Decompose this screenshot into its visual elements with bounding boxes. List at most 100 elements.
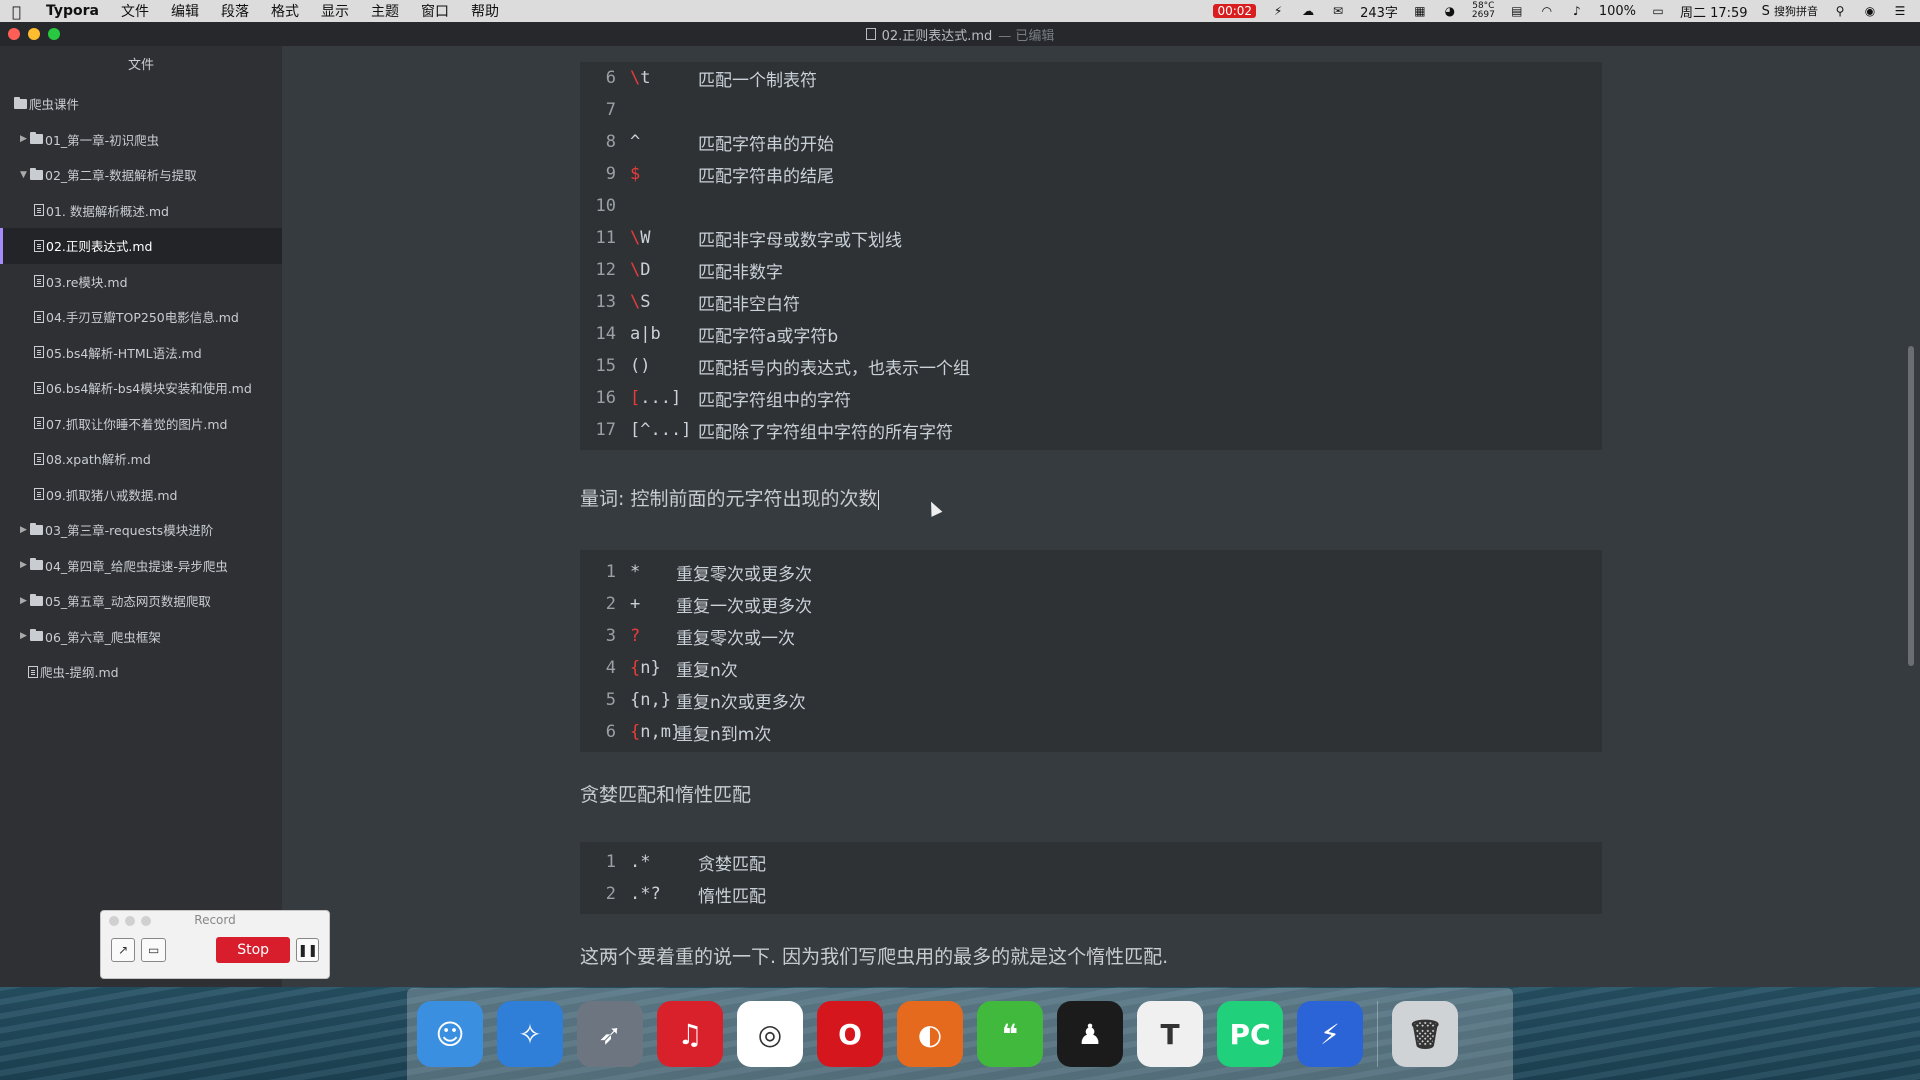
tree-file[interactable]: 06.bs4解析-bs4模块安装和使用.md (0, 370, 282, 406)
trash-icon[interactable]: 🗑 (1392, 1001, 1458, 1067)
close-button[interactable] (8, 28, 20, 40)
chrome-icon[interactable]: ◎ (737, 1001, 803, 1067)
tree-folder[interactable]: ▶ 04_第四章_给爬虫提速-异步爬虫 (0, 548, 282, 584)
menu-view[interactable]: 显示 (321, 1, 349, 21)
code-line[interactable]: 2 + 重复一次或更多次 (580, 588, 1602, 620)
capture-area-button[interactable]: ▭ (141, 938, 166, 962)
tree-file[interactable]: 02.正则表达式.md (0, 228, 282, 264)
code-line[interactable]: 12 \D 匹配非数字 (580, 254, 1602, 286)
code-line[interactable]: 17 [^...] 匹配除了字符组中字符的所有字符 (580, 414, 1602, 446)
clock[interactable]: 周二 17:59 (1680, 2, 1748, 21)
tree-file[interactable]: 爬虫-提纲.md (0, 654, 282, 690)
caret-right-icon[interactable]: ▶ (20, 560, 30, 570)
code-line[interactable]: 3? 重复零次或一次 (580, 620, 1602, 652)
temperature-readout[interactable]: 58°C 2697 (1472, 2, 1495, 20)
wechat-icon[interactable]: ❝ (977, 1001, 1043, 1067)
tree-file[interactable]: 07.抓取让你睡不着觉的图片.md (0, 406, 282, 442)
tree-folder[interactable]: ▶ 06_第六章_爬虫框架 (0, 619, 282, 655)
code-line[interactable]: 1 .* 贪婪匹配 (580, 846, 1602, 878)
search-icon[interactable]: ⚲ (1832, 4, 1848, 18)
caret-right-icon[interactable]: ▶ (20, 631, 30, 641)
code-line[interactable]: 1 * 重复零次或更多次 (580, 556, 1602, 588)
battery-percent[interactable]: 100% (1599, 4, 1636, 19)
tree-file[interactable]: 01. 数据解析概述.md (0, 193, 282, 229)
caret-right-icon[interactable]: ▶ (20, 525, 30, 535)
record-minimize-button[interactable] (125, 916, 135, 926)
menu-file[interactable]: 文件 (121, 1, 149, 21)
firefox-icon[interactable]: ◐ (897, 1001, 963, 1067)
tree-file[interactable]: 03.re模块.md (0, 264, 282, 300)
tree-folder[interactable]: ▼ 02_第二章-数据解析与提取 (0, 157, 282, 193)
paragraph-note[interactable]: 这两个要着重的说一下. 因为我们写爬虫用的最多的就是这个惰性匹配. (580, 942, 1168, 969)
menu-format[interactable]: 格式 (271, 1, 299, 21)
code-line[interactable]: 6 \t 匹配一个制表符 (580, 62, 1602, 94)
caret-right-icon[interactable]: ▶ (20, 134, 30, 144)
maximize-button[interactable] (48, 28, 60, 40)
code-line[interactable]: 9 $ 匹配字符串的结尾 (580, 158, 1602, 190)
tree-root-folder[interactable]: 爬虫课件 (0, 86, 282, 122)
finder-icon[interactable]: ☺ (417, 1001, 483, 1067)
bolt-icon[interactable]: ⚡ (1270, 4, 1286, 18)
memory-icon[interactable]: ▤ (1509, 4, 1525, 18)
menu-paragraph[interactable]: 段落 (221, 1, 249, 21)
heading-greedy[interactable]: 贪婪匹配和惰性匹配 (580, 780, 751, 807)
code-line[interactable]: 13 \S 匹配非空白符 (580, 286, 1602, 318)
record-close-button[interactable] (109, 916, 119, 926)
code-line[interactable]: 8 ^ 匹配字符串的开始 (580, 126, 1602, 158)
annotate-pen-button[interactable]: ↗ (111, 938, 136, 962)
wifi-icon[interactable]: ◠ (1539, 4, 1555, 18)
launchpad-icon[interactable]: ➶ (577, 1001, 643, 1067)
pycharm-icon[interactable]: PC (1217, 1001, 1283, 1067)
code-line[interactable]: 4 {n} 重复n次 (580, 652, 1602, 684)
menu-edit[interactable]: 编辑 (171, 1, 199, 21)
tree-file[interactable]: 09.抓取猪八戒数据.md (0, 477, 282, 513)
stop-button[interactable]: Stop (215, 937, 291, 963)
record-timer[interactable]: 00:02 (1213, 4, 1257, 18)
tree-file[interactable]: 08.xpath解析.md (0, 441, 282, 477)
heading-quantifier[interactable]: 量词: 控制前面的元字符出现的次数 (580, 484, 880, 511)
volume-icon[interactable]: ♪ (1569, 4, 1585, 18)
menu-app-name[interactable]: Typora (46, 3, 99, 19)
code-line[interactable]: 16 [...] 匹配字符组中的字符 (580, 382, 1602, 414)
wechat-icon[interactable]: ✉ (1330, 4, 1346, 18)
tree-file[interactable]: 05.bs4解析-HTML语法.md (0, 335, 282, 371)
qq-icon[interactable]: ♟ (1057, 1001, 1123, 1067)
caret-right-icon[interactable]: ▶ (20, 596, 30, 606)
code-block-metachars[interactable]: 6 \t 匹配一个制表符 7 8 ^ 匹配字符串的开始 9 $ 匹配字符串的结尾 10 11 \W 匹配非… (580, 62, 1602, 450)
minimize-button[interactable] (28, 28, 40, 40)
apple-icon[interactable]:  (12, 3, 28, 21)
input-method[interactable]: S 搜狗拼音 (1762, 3, 1818, 19)
netease-music-icon[interactable]: ♫ (657, 1001, 723, 1067)
editor-area[interactable]: 6 \t 匹配一个制表符 7 8 ^ 匹配字符串的开始 9 $ 匹配字符串的结尾 10 11 \W 匹配非… (282, 46, 1920, 987)
code-line[interactable]: 7 (580, 94, 1602, 126)
siri-icon[interactable]: ◉ (1862, 4, 1878, 18)
cloud-icon[interactable]: ☁ (1300, 4, 1316, 18)
code-line[interactable]: 5 {n,} 重复n次或更多次 (580, 684, 1602, 716)
code-line[interactable]: 14 a|b 匹配字符a或字符b (580, 318, 1602, 350)
menu-theme[interactable]: 主题 (371, 1, 399, 21)
menu-window[interactable]: 窗口 (421, 1, 449, 21)
grid-icon[interactable]: ▦ (1412, 4, 1428, 18)
code-line[interactable]: 2 .*? 惰性匹配 (580, 878, 1602, 910)
typora-icon[interactable]: T (1137, 1001, 1203, 1067)
editor-scrollbar[interactable] (1908, 346, 1914, 666)
caret-down-icon[interactable]: ▼ (20, 170, 30, 180)
battery-icon[interactable]: ▭ (1650, 4, 1666, 18)
record-zoom-button[interactable] (141, 916, 151, 926)
thunder-icon[interactable]: ⚡ (1297, 1001, 1363, 1067)
tree-folder[interactable]: ▶ 05_第五章_动态网页数据爬取 (0, 583, 282, 619)
tree-folder[interactable]: ▶ 03_第三章-requests模块进阶 (0, 512, 282, 548)
tree-folder[interactable]: ▶ 01_第一章-初识爬虫 (0, 122, 282, 158)
code-line[interactable]: 11 \W 匹配非字母或数字或下划线 (580, 222, 1602, 254)
pause-button[interactable]: ❚❚ (296, 938, 320, 962)
safari-icon[interactable]: ✧ (497, 1001, 563, 1067)
code-line[interactable]: 15 () 匹配括号内的表达式，也表示一个组 (580, 350, 1602, 382)
code-line[interactable]: 6 {n,m} 重复n到m次 (580, 716, 1602, 748)
word-count[interactable]: 243字 (1360, 2, 1398, 21)
notification-center-icon[interactable]: ☰ (1892, 4, 1908, 18)
code-block-greedy[interactable]: 1 .* 贪婪匹配 2 .*? 惰性匹配 (580, 842, 1602, 914)
code-block-quantifiers[interactable]: 1 * 重复零次或更多次 2 + 重复一次或更多次 3? 重复零次或一次 4 {n} 重复n次 5 {n… (580, 550, 1602, 752)
color-wheel-icon[interactable]: ◕ (1442, 4, 1458, 18)
menu-help[interactable]: 帮助 (471, 1, 499, 21)
code-line[interactable]: 10 (580, 190, 1602, 222)
